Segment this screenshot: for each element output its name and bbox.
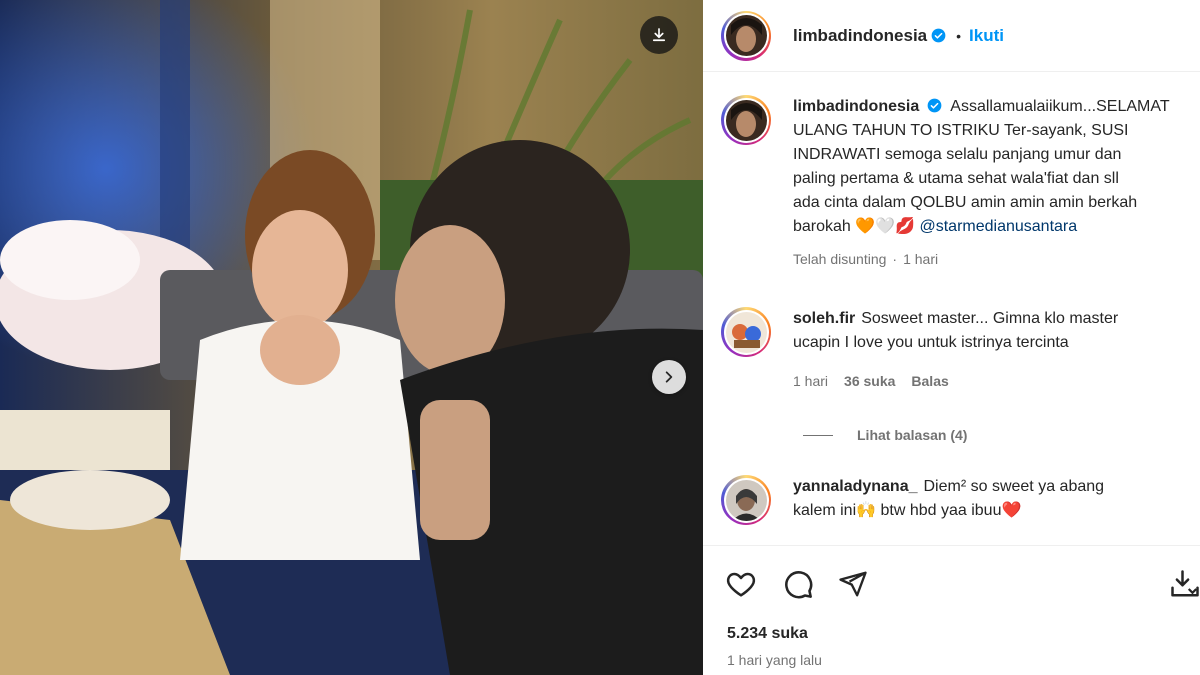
caption-text-line: paling pertama & utama sehat wala'fiat d… <box>793 170 1119 187</box>
heart-icon <box>726 572 756 597</box>
follow-button[interactable]: Ikuti <box>969 26 1004 46</box>
verified-badge-icon <box>931 28 946 43</box>
comment-text-line: ucapin I love you untuk istrinya tercint… <box>793 334 1069 351</box>
comments-list[interactable]: limbadindonesia Assallamualaiikum...SELA… <box>703 73 1200 543</box>
author-avatar[interactable] <box>721 10 771 61</box>
like-button[interactable] <box>723 566 759 602</box>
post-details-panel: limbadindonesia • Ikuti limbadindonesia … <box>703 0 1200 675</box>
separator-dot: • <box>956 27 962 44</box>
caption-text-line: barokah 🧡🤍💋 <box>793 218 916 235</box>
commenter-avatar[interactable] <box>721 307 771 357</box>
comment-username[interactable]: soleh.fir <box>793 310 855 327</box>
comment-text-line: Sosweet master... Gimna klo master <box>861 310 1119 327</box>
view-replies-button[interactable]: Lihat balasan (4) <box>803 427 967 443</box>
edited-label: Telah disunting <box>793 251 887 267</box>
comment-body: yannaladynana_ Diem² so sweet ya abang ka… <box>793 475 1200 525</box>
save-button[interactable] <box>1167 566 1200 602</box>
comment-button[interactable] <box>780 566 816 602</box>
avatar-image <box>725 479 767 521</box>
post-header: limbadindonesia • Ikuti <box>703 0 1200 72</box>
avatar-image <box>725 15 767 56</box>
save-download-icon <box>1171 570 1199 597</box>
post-photo[interactable] <box>0 0 703 675</box>
caption-text-line: ada cinta dalam QOLBU amin amin amin ber… <box>793 194 1138 211</box>
comment-likes[interactable]: 36 suka <box>844 369 895 393</box>
caption-meta: Telah disunting · 1 hari <box>793 247 1200 271</box>
likes-count[interactable]: 5.234 suka <box>727 625 808 643</box>
comment-text-line: Diem² so sweet ya abang <box>923 478 1105 495</box>
caption-text-line: Assallamualaiikum...SELAMAT <box>950 98 1170 115</box>
caption-text-line: INDRAWATI semoga selalu panjang umur dan <box>793 146 1122 163</box>
author-username[interactable]: limbadindonesia <box>793 26 927 46</box>
view-replies-label: Lihat balasan (4) <box>857 427 968 443</box>
chevron-right-icon <box>665 371 673 383</box>
comment-username[interactable]: yannaladynana_ <box>793 478 918 495</box>
comment-item: yannaladynana_ Diem² so sweet ya abang ka… <box>721 475 1200 525</box>
comment-time: 1 hari <box>793 373 829 389</box>
verified-badge-icon <box>927 98 942 113</box>
comment-icon <box>785 571 813 599</box>
caption-avatar[interactable] <box>721 95 771 145</box>
caption-mention-link[interactable]: @starmedianusantara <box>919 218 1077 235</box>
commenter-avatar[interactable] <box>721 475 771 525</box>
photo-scene <box>0 0 703 675</box>
caption-last-line: barokah 🧡🤍💋 @starmedianusantara <box>793 215 1200 239</box>
avatar-image <box>725 99 767 141</box>
reply-button[interactable]: Balas <box>911 369 948 393</box>
download-button[interactable] <box>640 16 678 54</box>
comment-text-line: kalem ini🙌 btw hbd yaa ibuu❤️ <box>793 502 1022 519</box>
caption-username[interactable]: limbadindonesia <box>793 98 919 115</box>
replies-divider-line <box>803 434 833 436</box>
send-icon <box>839 571 867 597</box>
edited-time: 1 hari <box>903 251 939 267</box>
caption-body: limbadindonesia Assallamualaiikum...SELA… <box>793 95 1200 271</box>
download-icon <box>652 28 666 42</box>
comment-meta: 1 hari 36 suka Balas <box>793 369 1200 393</box>
comment-item: soleh.fir Sosweet master... Gimna klo mas… <box>721 307 1200 393</box>
next-photo-button[interactable] <box>652 360 686 394</box>
caption-item: limbadindonesia Assallamualaiikum...SELA… <box>721 95 1200 271</box>
share-button[interactable] <box>835 566 871 602</box>
avatar-image <box>725 311 767 353</box>
comment-body: soleh.fir Sosweet master... Gimna klo mas… <box>793 307 1200 393</box>
post-timestamp[interactable]: 1 hari yang lalu <box>727 652 822 668</box>
caption-text-line: ULANG TAHUN TO ISTRIKU Ter-sayank, SUSI <box>793 122 1129 139</box>
post-actions: 5.234 suka 1 hari yang lalu <box>703 545 1200 675</box>
caption-line: limbadindonesia Assallamualaiikum...SELA… <box>793 95 1200 119</box>
